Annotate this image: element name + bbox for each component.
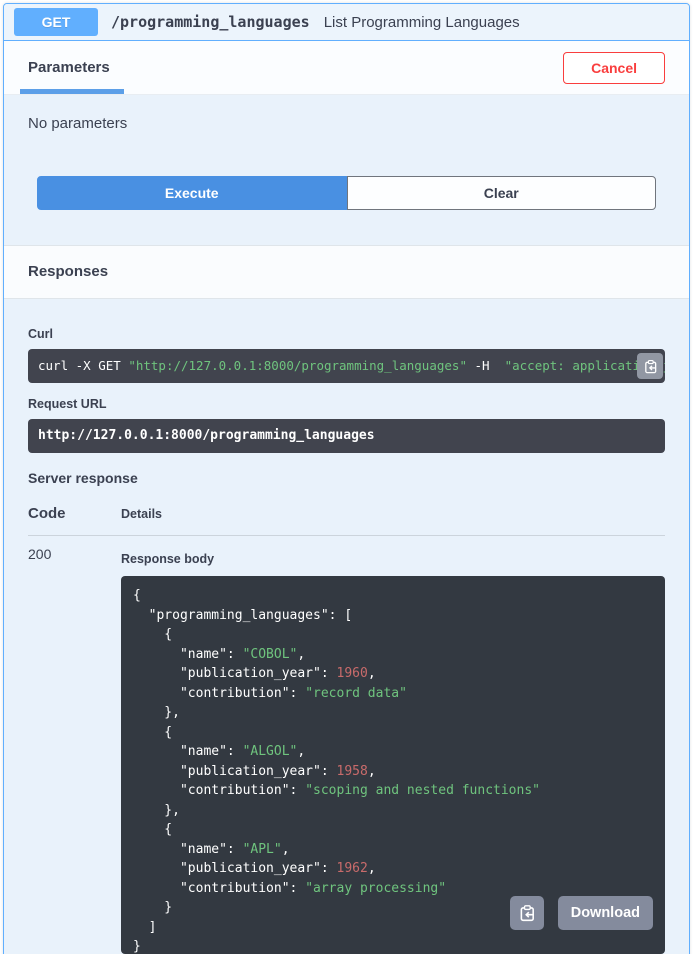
parameters-body: No parameters Execute Clear bbox=[4, 95, 689, 245]
execute-button[interactable]: Execute bbox=[37, 176, 347, 210]
curl-command-text: curl -X GET "http://127.0.0.1:8000/progr… bbox=[28, 349, 665, 383]
operation-block: GET /programming_languages List Programm… bbox=[3, 3, 690, 954]
operation-path[interactable]: /programming_languages bbox=[111, 13, 310, 31]
curl-label: Curl bbox=[28, 327, 665, 341]
operation-summary-text: List Programming Languages bbox=[324, 14, 520, 31]
copy-to-clipboard-icon[interactable] bbox=[637, 353, 663, 379]
response-body-console: { "programming_languages": [ { "name": "… bbox=[121, 576, 665, 954]
response-table-header: Code Details bbox=[28, 505, 665, 522]
responses-body: Curl curl -X GET "http://127.0.0.1:8000/… bbox=[4, 299, 689, 954]
clipboard-icon bbox=[643, 359, 658, 374]
parameters-tab-underline bbox=[20, 89, 124, 94]
details-column-header: Details bbox=[121, 507, 162, 521]
clear-button[interactable]: Clear bbox=[347, 176, 657, 210]
table-divider bbox=[28, 535, 665, 536]
status-code: 200 bbox=[28, 546, 121, 954]
responses-header: Responses bbox=[4, 245, 689, 299]
request-url-label: Request URL bbox=[28, 397, 665, 411]
response-row-200: 200 Response body { "programming_languag… bbox=[28, 546, 665, 954]
request-url-bar: http://127.0.0.1:8000/programming_langua… bbox=[28, 419, 665, 453]
code-column-header: Code bbox=[28, 505, 121, 522]
response-body-label: Response body bbox=[121, 552, 665, 566]
clipboard-icon bbox=[518, 904, 536, 922]
request-url-text: http://127.0.0.1:8000/programming_langua… bbox=[28, 419, 665, 453]
download-button[interactable]: Download bbox=[558, 896, 653, 930]
execute-button-group: Execute Clear bbox=[37, 176, 656, 210]
copy-to-clipboard-icon[interactable] bbox=[510, 896, 544, 930]
response-details-cell: Response body { "programming_languages":… bbox=[121, 546, 665, 954]
curl-command-bar: curl -X GET "http://127.0.0.1:8000/progr… bbox=[28, 349, 665, 383]
response-body-actions: Download bbox=[510, 896, 653, 930]
cancel-button[interactable]: Cancel bbox=[563, 52, 665, 84]
http-method-badge: GET bbox=[14, 8, 98, 36]
server-response-label: Server response bbox=[28, 470, 665, 486]
operation-summary-row[interactable]: GET /programming_languages List Programm… bbox=[4, 4, 689, 41]
tab-parameters[interactable]: Parameters bbox=[28, 59, 110, 76]
parameters-header: Parameters Cancel bbox=[4, 41, 689, 95]
responses-title: Responses bbox=[28, 263, 108, 280]
no-parameters-message: No parameters bbox=[28, 115, 665, 132]
